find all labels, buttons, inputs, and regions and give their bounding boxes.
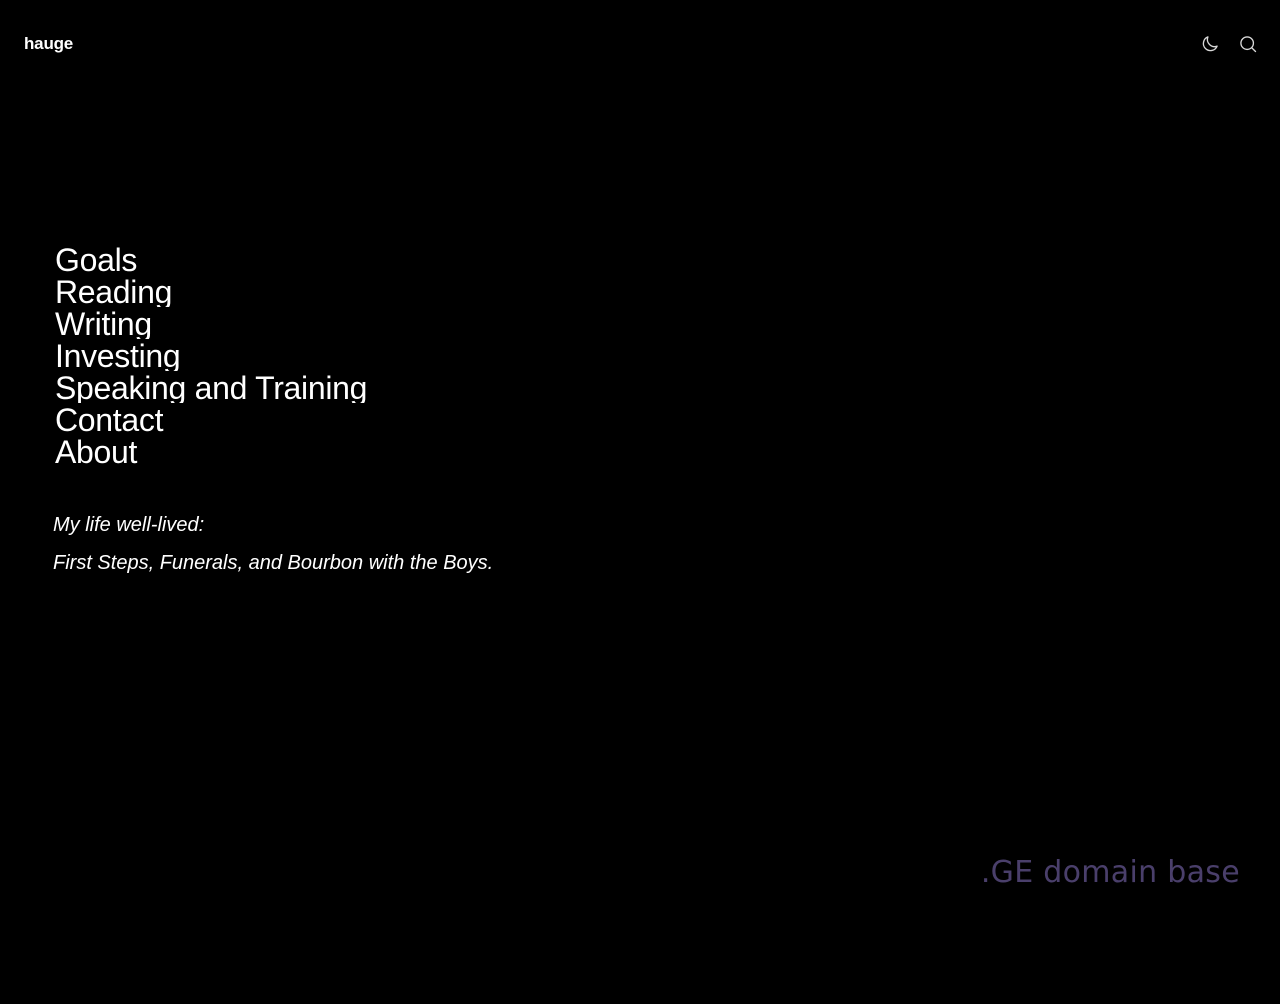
tagline-line-1: My life well-lived: (53, 514, 205, 536)
search-button[interactable] (1236, 32, 1260, 56)
theme-toggle-button[interactable] (1198, 32, 1222, 56)
nav-item-about[interactable]: About (55, 435, 367, 467)
nav-item-reading[interactable]: Reading (55, 275, 367, 307)
nav-item-goals[interactable]: Goals (55, 243, 367, 275)
tagline: My life well-lived: First Steps, Funeral… (53, 506, 493, 582)
moon-icon (1202, 36, 1218, 52)
nav-item-contact[interactable]: Contact (55, 403, 367, 435)
nav-item-speaking-and-training[interactable]: Speaking and Training (55, 371, 367, 403)
tagline-line-2: First Steps, Funerals, and Bourbon with … (53, 552, 494, 574)
site-title-link[interactable]: hauge (24, 34, 73, 54)
nav-item-investing[interactable]: Investing (55, 339, 367, 371)
page: hauge Goals Reading Writing Investing Sp… (0, 0, 1280, 1004)
main-nav: Goals Reading Writing Investing Speaking… (55, 243, 367, 467)
domain-watermark-link[interactable]: .GE domain base (981, 855, 1240, 890)
search-icon (1240, 36, 1257, 53)
top-bar: hauge (0, 0, 1280, 88)
nav-item-writing[interactable]: Writing (55, 307, 367, 339)
